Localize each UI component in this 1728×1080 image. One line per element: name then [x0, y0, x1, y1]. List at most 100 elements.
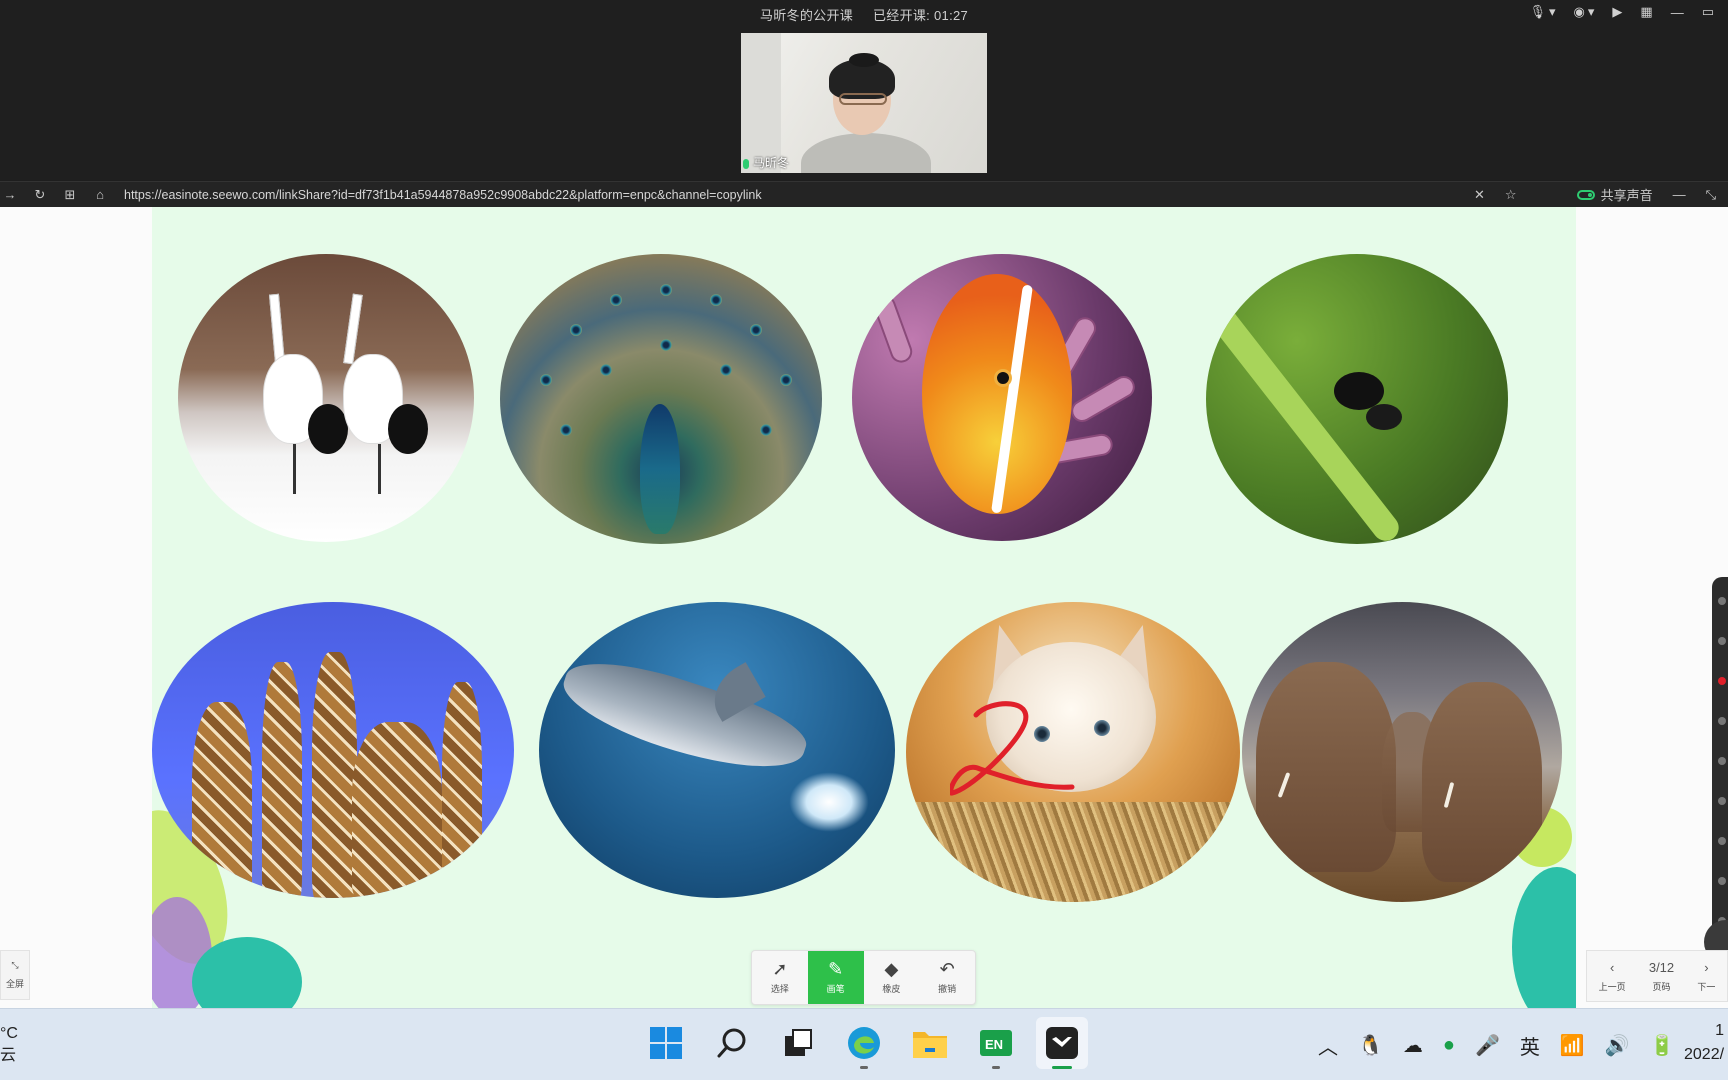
select-tool-button[interactable]: ➚ 选择: [752, 951, 808, 1004]
teacher-video-feed[interactable]: 马昕冬: [741, 33, 987, 173]
ink-annotation[interactable]: 2: [950, 699, 1120, 809]
system-tray: ︿ 🐧 ☁ ● 🎤 英 📶 🔊 🔋: [1318, 1031, 1675, 1060]
edge-browser-icon: [848, 1027, 880, 1059]
participant-name: 马昕冬: [753, 156, 790, 170]
ant-image: [1206, 254, 1508, 544]
clownfish-eye: [994, 369, 1012, 387]
start-button[interactable]: [640, 1017, 692, 1069]
collapse-icon[interactable]: ⤡: [1706, 187, 1716, 203]
rail-tool-icon[interactable]: [1718, 877, 1726, 885]
chevron-right-icon: ›: [1704, 959, 1709, 975]
battery-icon[interactable]: 🔋: [1650, 1033, 1675, 1058]
exit-fullscreen-button[interactable]: ⤡ 全屏: [0, 950, 30, 1000]
elephant-image: [1242, 602, 1562, 902]
weather-desc: 云: [0, 1047, 17, 1064]
browser-address-bar: → ↻ ⊞ ⌂ https://easinote.seewo.com/linkS…: [0, 181, 1728, 207]
pen-label: 画笔: [826, 984, 845, 994]
minimize-icon[interactable]: —: [1673, 187, 1686, 202]
next-page-button[interactable]: › 下一: [1697, 960, 1715, 993]
pen-icon: ✎: [828, 959, 844, 979]
page-navigator: ‹ 上一页 3/12 页码 › 下一: [1586, 950, 1728, 1002]
qq-penguin-icon[interactable]: 🐧: [1358, 1033, 1383, 1058]
presentation-stage: 2: [0, 207, 1728, 1008]
feather-eye: [780, 374, 792, 386]
chevron-down-icon: ▾: [1587, 4, 1595, 19]
task-view-button[interactable]: [772, 1017, 824, 1069]
ant-abdomen: [1366, 404, 1402, 430]
undo-tool-button[interactable]: ↶ 撤销: [919, 951, 975, 1004]
feather-eye: [710, 294, 722, 306]
search-button[interactable]: [706, 1017, 758, 1069]
system-clock[interactable]: 1 2022/: [1684, 1019, 1724, 1067]
crane-neck: [343, 293, 363, 365]
video-person-hair-bun: [849, 53, 879, 67]
apps-grid-icon[interactable]: ⊞: [62, 187, 78, 203]
page-indicator[interactable]: 3/12 页码: [1649, 960, 1674, 993]
easinote-en-icon: EN: [980, 1030, 1012, 1056]
cloud-icon[interactable]: ☁: [1403, 1033, 1423, 1058]
prev-page-button[interactable]: ‹ 上一页: [1599, 960, 1626, 993]
rail-tool-icon[interactable]: [1718, 597, 1726, 605]
pen-tool-button[interactable]: ✎ 画笔: [807, 951, 864, 1004]
video-person-glasses: [839, 93, 887, 105]
rail-tool-icon[interactable]: [1718, 757, 1726, 765]
feather-eye: [660, 284, 672, 296]
share-audio-label: 共享声音: [1600, 188, 1653, 203]
feather-eye: [540, 374, 552, 386]
crane-image: [178, 254, 474, 542]
microphone-icon: 🎙: [1529, 4, 1546, 19]
taskbar-app-file-explorer[interactable]: [904, 1017, 956, 1069]
maximize-icon[interactable]: ▭: [1702, 4, 1714, 20]
grid-layout-icon[interactable]: ▦: [1640, 4, 1652, 20]
video-person-body: [801, 133, 931, 173]
ink-stroke: [950, 701, 1075, 796]
chevron-down-icon: ▾: [1549, 4, 1556, 19]
crane-tail: [308, 404, 348, 454]
microphone-icon[interactable]: 🎤: [1475, 1033, 1500, 1058]
side-tool-rail[interactable]: [1712, 577, 1728, 965]
browser-nav: → ↻ ⊞ ⌂: [2, 187, 112, 203]
eraser-tool-button[interactable]: ◆ 橡皮: [864, 951, 920, 1004]
feather-eye: [720, 364, 732, 376]
home-icon[interactable]: ⌂: [92, 187, 108, 203]
refresh-icon[interactable]: ↻: [32, 187, 48, 203]
wechat-icon[interactable]: ●: [1443, 1034, 1455, 1057]
rail-tool-icon[interactable]: [1718, 637, 1726, 645]
rail-tool-icon[interactable]: [1718, 677, 1726, 685]
decorative-leaf: [1512, 867, 1576, 1008]
star-icon[interactable]: ☆: [1505, 187, 1517, 203]
undo-icon: ↶: [939, 959, 955, 979]
feather-eye: [560, 424, 572, 436]
rail-tool-icon[interactable]: [1718, 797, 1726, 805]
video-camera-icon[interactable]: ▶: [1612, 4, 1622, 20]
taskbar-app-easinote[interactable]: EN: [970, 1017, 1022, 1069]
url-field[interactable]: https://easinote.seewo.com/linkShare?id=…: [124, 188, 1474, 202]
chevron-up-icon[interactable]: ︿: [1318, 1031, 1338, 1060]
giraffe-figure: [352, 722, 442, 898]
minimize-icon[interactable]: —: [1671, 5, 1684, 20]
water-splash: [789, 772, 869, 832]
weather-widget[interactable]: °C 云: [0, 1023, 18, 1067]
drawing-toolbar: ➚ 选择 ✎ 画笔 ◆ 橡皮 ↶ 撤销: [751, 950, 976, 1005]
close-icon[interactable]: ✕: [1474, 187, 1485, 203]
feather-eye: [610, 294, 622, 306]
task-view-icon: [785, 1029, 812, 1056]
camera-settings-dropdown[interactable]: ◉ ▾: [1574, 4, 1595, 20]
share-audio-toggle[interactable]: 共享声音: [1576, 185, 1653, 204]
meeting-controls: 🎙 ▾ ◉ ▾ ▶ ▦ — ▭: [1529, 4, 1714, 20]
rail-tool-icon[interactable]: [1718, 717, 1726, 725]
ime-indicator[interactable]: 英: [1520, 1031, 1540, 1060]
microphone-dropdown[interactable]: 🎙 ▾: [1529, 4, 1555, 20]
feather-eye: [570, 324, 582, 336]
taskbar-app-edge[interactable]: [838, 1017, 890, 1069]
wifi-icon[interactable]: 📶: [1560, 1033, 1585, 1058]
slide-canvas[interactable]: 2: [152, 207, 1576, 1008]
forward-icon[interactable]: →: [2, 187, 18, 203]
volume-icon[interactable]: 🔊: [1605, 1033, 1630, 1058]
folder-icon: [913, 1032, 947, 1058]
taskbar-app-seewo-classroom[interactable]: [1036, 1017, 1088, 1069]
crane-leg: [378, 444, 381, 494]
meeting-title: 马昕冬的公开课: [759, 8, 854, 23]
undo-label: 撤销: [938, 984, 957, 994]
rail-tool-icon[interactable]: [1718, 837, 1726, 845]
